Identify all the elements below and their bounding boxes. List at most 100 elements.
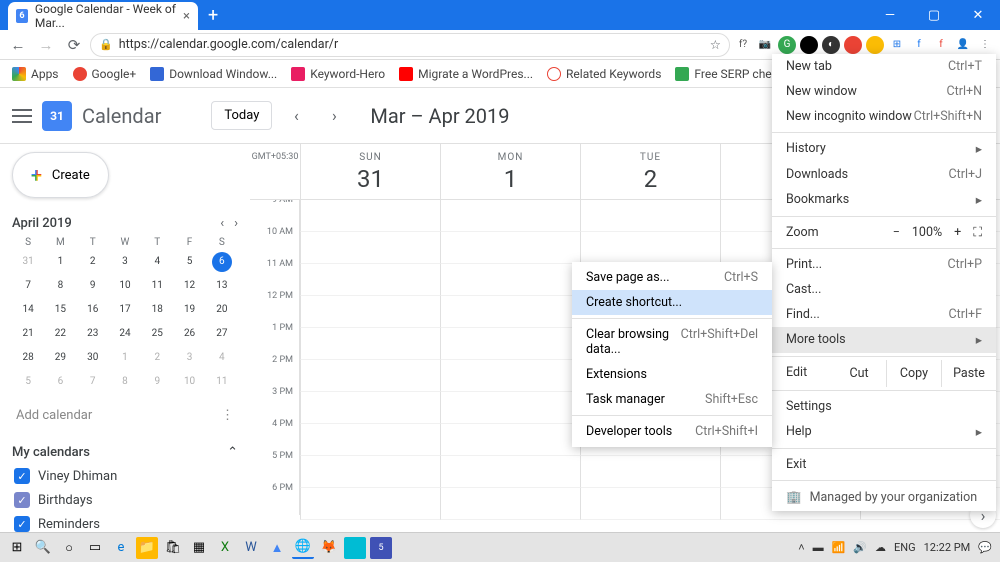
- mini-next-button[interactable]: ›: [234, 216, 238, 231]
- ext-icon[interactable]: [800, 36, 818, 54]
- explorer-icon[interactable]: 📁: [136, 537, 158, 559]
- bookmark-item[interactable]: Download Window...: [146, 65, 281, 83]
- browser-tab[interactable]: 6 Google Calendar - Week of Mar... ×: [8, 2, 198, 30]
- menu-item[interactable]: Bookmarks▸: [772, 187, 996, 213]
- ext-icon[interactable]: G: [778, 36, 796, 54]
- menu-item[interactable]: Find...Ctrl+F: [772, 302, 996, 327]
- submenu-item[interactable]: Clear browsing data...Ctrl+Shift+Del: [572, 322, 772, 362]
- volume-icon[interactable]: 🔊: [853, 541, 867, 554]
- clock[interactable]: 12:22 PM: [924, 541, 971, 554]
- time-slot[interactable]: [300, 232, 440, 264]
- mini-cal-day[interactable]: 11: [212, 372, 232, 392]
- create-button[interactable]: + Create: [12, 152, 109, 198]
- mini-cal-day[interactable]: 16: [83, 300, 103, 320]
- mini-cal-day[interactable]: 29: [50, 348, 70, 368]
- time-slot[interactable]: [300, 488, 440, 520]
- mini-cal-day[interactable]: 15: [50, 300, 70, 320]
- mini-cal-day[interactable]: 3: [115, 252, 135, 272]
- menu-item[interactable]: Help▸: [772, 419, 996, 445]
- firefox-icon[interactable]: 🦊: [318, 537, 340, 559]
- day-header-col[interactable]: SUN31: [300, 144, 440, 199]
- menu-item[interactable]: Cast...: [772, 277, 996, 302]
- mini-cal-day[interactable]: 17: [115, 300, 135, 320]
- mini-cal-day[interactable]: 7: [83, 372, 103, 392]
- mini-cal-day[interactable]: 4: [212, 348, 232, 368]
- menu-item[interactable]: DownloadsCtrl+J: [772, 162, 996, 187]
- time-slot[interactable]: [440, 360, 580, 392]
- mini-cal-day[interactable]: 22: [50, 324, 70, 344]
- mini-cal-day[interactable]: 8: [50, 276, 70, 296]
- time-slot[interactable]: [440, 328, 580, 360]
- zoom-out-button[interactable]: −: [893, 225, 900, 240]
- bookmark-item[interactable]: Related Keywords: [543, 65, 665, 83]
- time-slot[interactable]: [440, 296, 580, 328]
- store-icon[interactable]: 🛍: [162, 537, 184, 559]
- star-icon[interactable]: ☆: [710, 37, 721, 53]
- ext-icon[interactable]: f: [932, 36, 950, 54]
- mini-cal-day[interactable]: 30: [83, 348, 103, 368]
- checkbox-icon[interactable]: ✓: [14, 516, 30, 532]
- day-header-col[interactable]: TUE2: [580, 144, 720, 199]
- mini-cal-day[interactable]: 11: [147, 276, 167, 296]
- add-calendar[interactable]: Add calendar⋮: [12, 402, 238, 429]
- time-slot[interactable]: [440, 200, 580, 232]
- tray-up-icon[interactable]: ˄: [798, 541, 804, 554]
- mini-cal-day[interactable]: 1: [115, 348, 135, 368]
- new-tab-button[interactable]: +: [208, 5, 218, 26]
- copy-button[interactable]: Copy: [887, 360, 942, 387]
- menu-item[interactable]: New windowCtrl+N: [772, 79, 996, 104]
- ads-icon[interactable]: ▲: [266, 537, 288, 559]
- time-slot[interactable]: [440, 488, 580, 520]
- onedrive-icon[interactable]: ☁: [875, 541, 886, 554]
- time-slot[interactable]: [440, 264, 580, 296]
- mini-cal-day[interactable]: 6: [212, 252, 232, 272]
- paste-button[interactable]: Paste: [942, 360, 996, 387]
- menu-item[interactable]: History▸: [772, 136, 996, 162]
- calendar-item[interactable]: ✓Viney Dhiman: [12, 464, 238, 488]
- mini-cal-day[interactable]: 19: [180, 300, 200, 320]
- ext-icon[interactable]: f?: [734, 36, 752, 54]
- start-button[interactable]: ⊞: [6, 537, 28, 559]
- bookmark-item[interactable]: Migrate a WordPres...: [395, 65, 537, 83]
- menu-item[interactable]: New tabCtrl+T: [772, 54, 996, 79]
- close-window-button[interactable]: ✕: [956, 0, 1000, 30]
- mini-cal-day[interactable]: 10: [115, 276, 135, 296]
- minimize-button[interactable]: —: [868, 0, 912, 30]
- close-tab-icon[interactable]: ×: [183, 9, 190, 24]
- time-slot[interactable]: [580, 200, 720, 232]
- mini-cal-day[interactable]: 12: [180, 276, 200, 296]
- mini-cal-day[interactable]: 8: [115, 372, 135, 392]
- ext-icon[interactable]: ⊞: [888, 36, 906, 54]
- mini-cal-day[interactable]: 27: [212, 324, 232, 344]
- mini-cal-day[interactable]: 1: [50, 252, 70, 272]
- chrome-icon[interactable]: 🌐: [292, 537, 314, 559]
- bookmark-item[interactable]: Keyword-Hero: [287, 65, 389, 83]
- checkbox-icon[interactable]: ✓: [14, 492, 30, 508]
- mini-cal-day[interactable]: 23: [83, 324, 103, 344]
- time-slot[interactable]: [300, 424, 440, 456]
- ext-icon[interactable]: [844, 36, 862, 54]
- chrome-menu-button[interactable]: ⋮: [976, 36, 994, 54]
- time-slot[interactable]: [300, 264, 440, 296]
- time-slot[interactable]: [580, 456, 720, 488]
- forward-button[interactable]: →: [34, 33, 58, 57]
- wifi-icon[interactable]: 📶: [832, 541, 846, 554]
- managed-notice[interactable]: 🏢Managed by your organization: [772, 484, 996, 511]
- menu-item[interactable]: More tools▸: [772, 327, 996, 353]
- app-icon[interactable]: 5: [370, 537, 392, 559]
- maximize-button[interactable]: ▢: [912, 0, 956, 30]
- cut-button[interactable]: Cut: [832, 360, 887, 387]
- mini-cal-day[interactable]: 31: [18, 252, 38, 272]
- mini-cal-day[interactable]: 9: [147, 372, 167, 392]
- time-slot[interactable]: [300, 456, 440, 488]
- mini-cal-day[interactable]: 28: [18, 348, 38, 368]
- mini-cal-day[interactable]: 13: [212, 276, 232, 296]
- time-slot[interactable]: [300, 200, 440, 232]
- language-indicator[interactable]: ENG: [894, 541, 916, 554]
- cortana-icon[interactable]: ○: [58, 537, 80, 559]
- calendar-item[interactable]: ✓Reminders: [12, 512, 238, 532]
- mini-cal-day[interactable]: 26: [180, 324, 200, 344]
- time-slot[interactable]: [440, 232, 580, 264]
- mini-cal-day[interactable]: 5: [18, 372, 38, 392]
- time-slot[interactable]: [300, 360, 440, 392]
